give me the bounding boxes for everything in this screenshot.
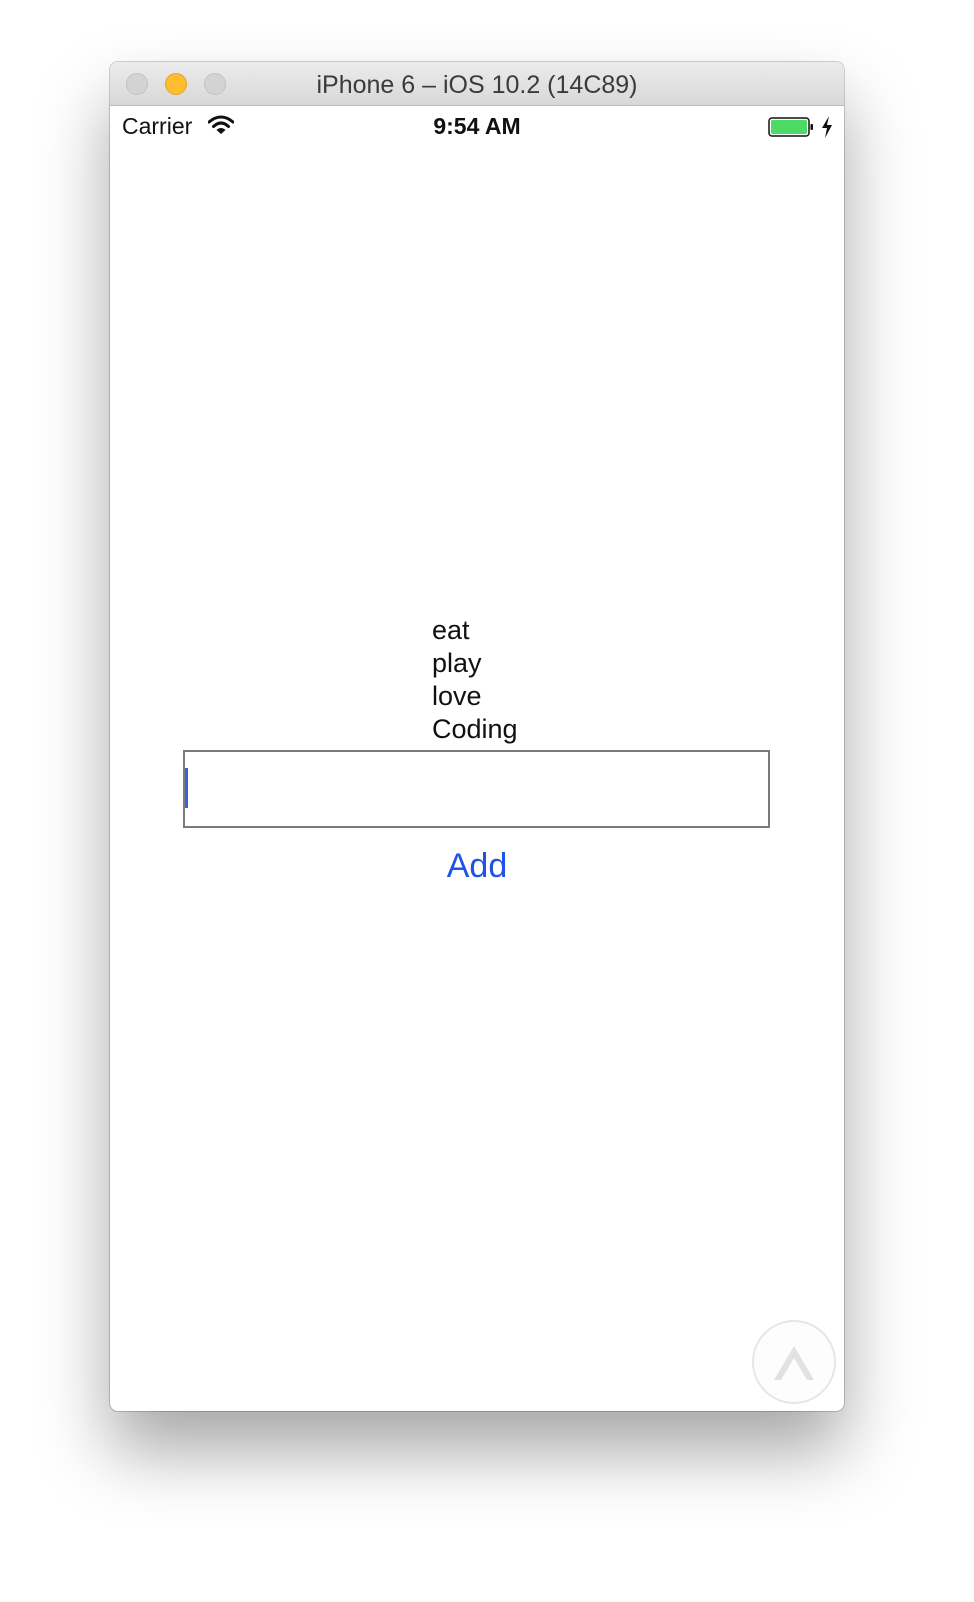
add-button[interactable]: Add <box>417 846 537 887</box>
text-cursor <box>185 768 188 808</box>
status-bar: Carrier 9:54 AM <box>110 106 844 146</box>
list-item: love <box>432 681 482 711</box>
charging-bolt-icon <box>822 116 832 138</box>
item-text-input[interactable] <box>183 750 770 828</box>
simulator-window: iPhone 6 – iOS 10.2 (14C89) Carrier 9:54… <box>110 62 844 1411</box>
app-content: eat play love Coding Add <box>110 146 844 1411</box>
window-title: iPhone 6 – iOS 10.2 (14C89) <box>316 71 638 99</box>
title-bar: iPhone 6 – iOS 10.2 (14C89) <box>110 62 844 106</box>
expo-logo-icon <box>774 1346 814 1380</box>
expo-menu-button[interactable] <box>752 1320 836 1404</box>
item-list: eat play love Coding <box>432 614 518 746</box>
battery-icon <box>768 117 813 137</box>
clock-time: 9:54 AM <box>433 113 521 139</box>
list-item: play <box>432 648 482 678</box>
list-item: Coding <box>432 714 518 744</box>
list-item: eat <box>432 615 470 645</box>
